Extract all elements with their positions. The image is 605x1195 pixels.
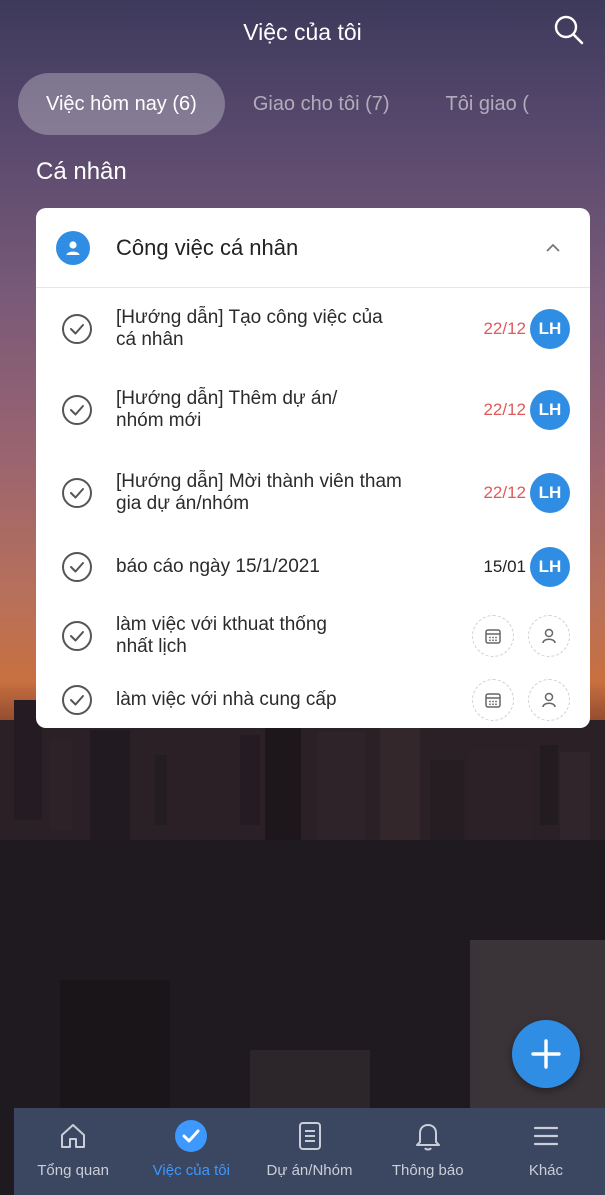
- task-row[interactable]: [Hướng dẫn] Mời thành viên tham gia dự án…: [36, 450, 590, 536]
- task-title: [Hướng dẫn] Mời thành viên tham gia dự án…: [116, 471, 483, 515]
- check-circle-outline-icon[interactable]: [60, 550, 94, 584]
- task-row[interactable]: làm việc với kthuat thống nhất lịch: [36, 598, 590, 674]
- bell-icon: [415, 1124, 440, 1151]
- nav-more[interactable]: Khác: [487, 1108, 605, 1195]
- nav-label: Tổng quan: [37, 1162, 109, 1179]
- tab-today[interactable]: Việc hôm nay (6): [18, 73, 225, 135]
- assignee-avatar[interactable]: LH: [530, 473, 570, 513]
- due-date: 15/01: [483, 557, 526, 576]
- task-title: làm việc với kthuat thống nhất lịch: [116, 614, 458, 658]
- menu-icon: [533, 1126, 559, 1146]
- task-title-line: gia dự án/nhóm: [116, 493, 250, 514]
- page-title: Việc của tôi: [243, 18, 362, 45]
- task-group-card: Công việc cá nhân [Hướng dẫn] Tạo công v…: [36, 208, 590, 728]
- chevron-up-icon: [546, 243, 560, 252]
- add-task-button[interactable]: [512, 1020, 580, 1088]
- tab-assigned-to-me[interactable]: Giao cho tôi (7): [225, 73, 418, 135]
- assignee-avatar[interactable]: LH: [530, 390, 570, 430]
- section-title: Cá nhân: [36, 158, 127, 185]
- task-title-line: làm việc với kthuat thống: [116, 614, 328, 635]
- tab-assigned-by-me[interactable]: Tôi giao (: [418, 73, 557, 135]
- task-title-line: [Hướng dẫn] Tạo công việc của: [116, 307, 383, 328]
- person-icon: [56, 230, 90, 265]
- collapse-button[interactable]: [536, 231, 570, 265]
- task-title-line: cá nhân: [116, 329, 184, 350]
- assign-member-button[interactable]: [528, 679, 570, 721]
- due-date: 22/12: [483, 400, 526, 419]
- task-title-line: [Hướng dẫn] Mời thành viên tham: [116, 471, 402, 492]
- task-title: [Hướng dẫn] Tạo công việc của cá nhân: [116, 307, 483, 351]
- nav-projects[interactable]: Dự án/Nhóm: [250, 1108, 368, 1195]
- check-circle-outline-icon[interactable]: [60, 619, 94, 653]
- task-title: làm việc với nhà cung cấp: [116, 689, 458, 711]
- search-button[interactable]: [551, 12, 587, 48]
- task-title: [Hướng dẫn] Thêm dự án/nhóm mới: [116, 388, 483, 432]
- nav-label: Việc của tôi: [152, 1162, 230, 1179]
- task-title-line: nhất lịch: [116, 636, 187, 657]
- app-header: Việc của tôi: [0, 0, 605, 64]
- home-icon: [61, 1124, 86, 1148]
- assignee-avatar[interactable]: LH: [530, 547, 570, 587]
- user-icon: [542, 628, 556, 644]
- task-group-title: Công việc cá nhân: [116, 234, 299, 260]
- check-circle-outline-icon[interactable]: [60, 312, 94, 346]
- assignee-avatar[interactable]: LH: [530, 309, 570, 349]
- nav-label: Khác: [528, 1162, 564, 1179]
- check-circle-icon: [175, 1120, 208, 1152]
- task-row[interactable]: báo cáo ngày 15/1/2021 15/01 LH: [36, 536, 590, 598]
- task-title-line: nhóm mới: [116, 410, 202, 431]
- nav-my-tasks[interactable]: Việc của tôi: [132, 1108, 250, 1195]
- clipboard-icon: [298, 1122, 321, 1150]
- set-due-date-button[interactable]: [472, 615, 514, 657]
- nav-notifications[interactable]: Thông báo: [369, 1108, 487, 1195]
- task-row[interactable]: [Hướng dẫn] Tạo công việc của cá nhân 22/1…: [36, 288, 590, 370]
- set-due-date-button[interactable]: [472, 679, 514, 721]
- check-circle-outline-icon[interactable]: [60, 476, 94, 510]
- check-circle-outline-icon[interactable]: [60, 393, 94, 427]
- due-date: 22/12: [483, 319, 526, 338]
- task-row[interactable]: [Hướng dẫn] Thêm dự án/nhóm mới 22/12 LH: [36, 370, 590, 450]
- task-group-header[interactable]: Công việc cá nhân: [36, 208, 590, 288]
- nav-label: Dự án/Nhóm: [266, 1162, 353, 1179]
- task-title-line: [Hướng dẫn] Thêm dự án/: [116, 388, 338, 409]
- due-date: 22/12: [483, 483, 526, 502]
- task-title-line: làm việc với nhà cung cấp: [116, 689, 337, 710]
- task-title: báo cáo ngày 15/1/2021: [116, 556, 483, 578]
- tab-bar: Việc hôm nay (6) Giao cho tôi (7) Tôi gi…: [0, 72, 605, 138]
- plus-icon: [531, 1039, 561, 1069]
- nav-label: Thông báo: [391, 1162, 464, 1179]
- nav-overview[interactable]: Tổng quan: [14, 1108, 132, 1195]
- task-list: [Hướng dẫn] Tạo công việc của cá nhân 22/1…: [36, 288, 590, 726]
- user-icon: [542, 692, 556, 708]
- calendar-icon: [485, 629, 501, 644]
- task-title-line: báo cáo ngày 15/1/2021: [116, 556, 320, 577]
- calendar-icon: [485, 693, 501, 708]
- task-row[interactable]: làm việc với nhà cung cấp: [36, 674, 590, 726]
- search-icon: [554, 15, 584, 45]
- check-circle-outline-icon[interactable]: [60, 683, 94, 717]
- assign-member-button[interactable]: [528, 615, 570, 657]
- bottom-navigation: Tổng quan Việc của tôi Dự án/Nhóm Thông …: [14, 1108, 605, 1195]
